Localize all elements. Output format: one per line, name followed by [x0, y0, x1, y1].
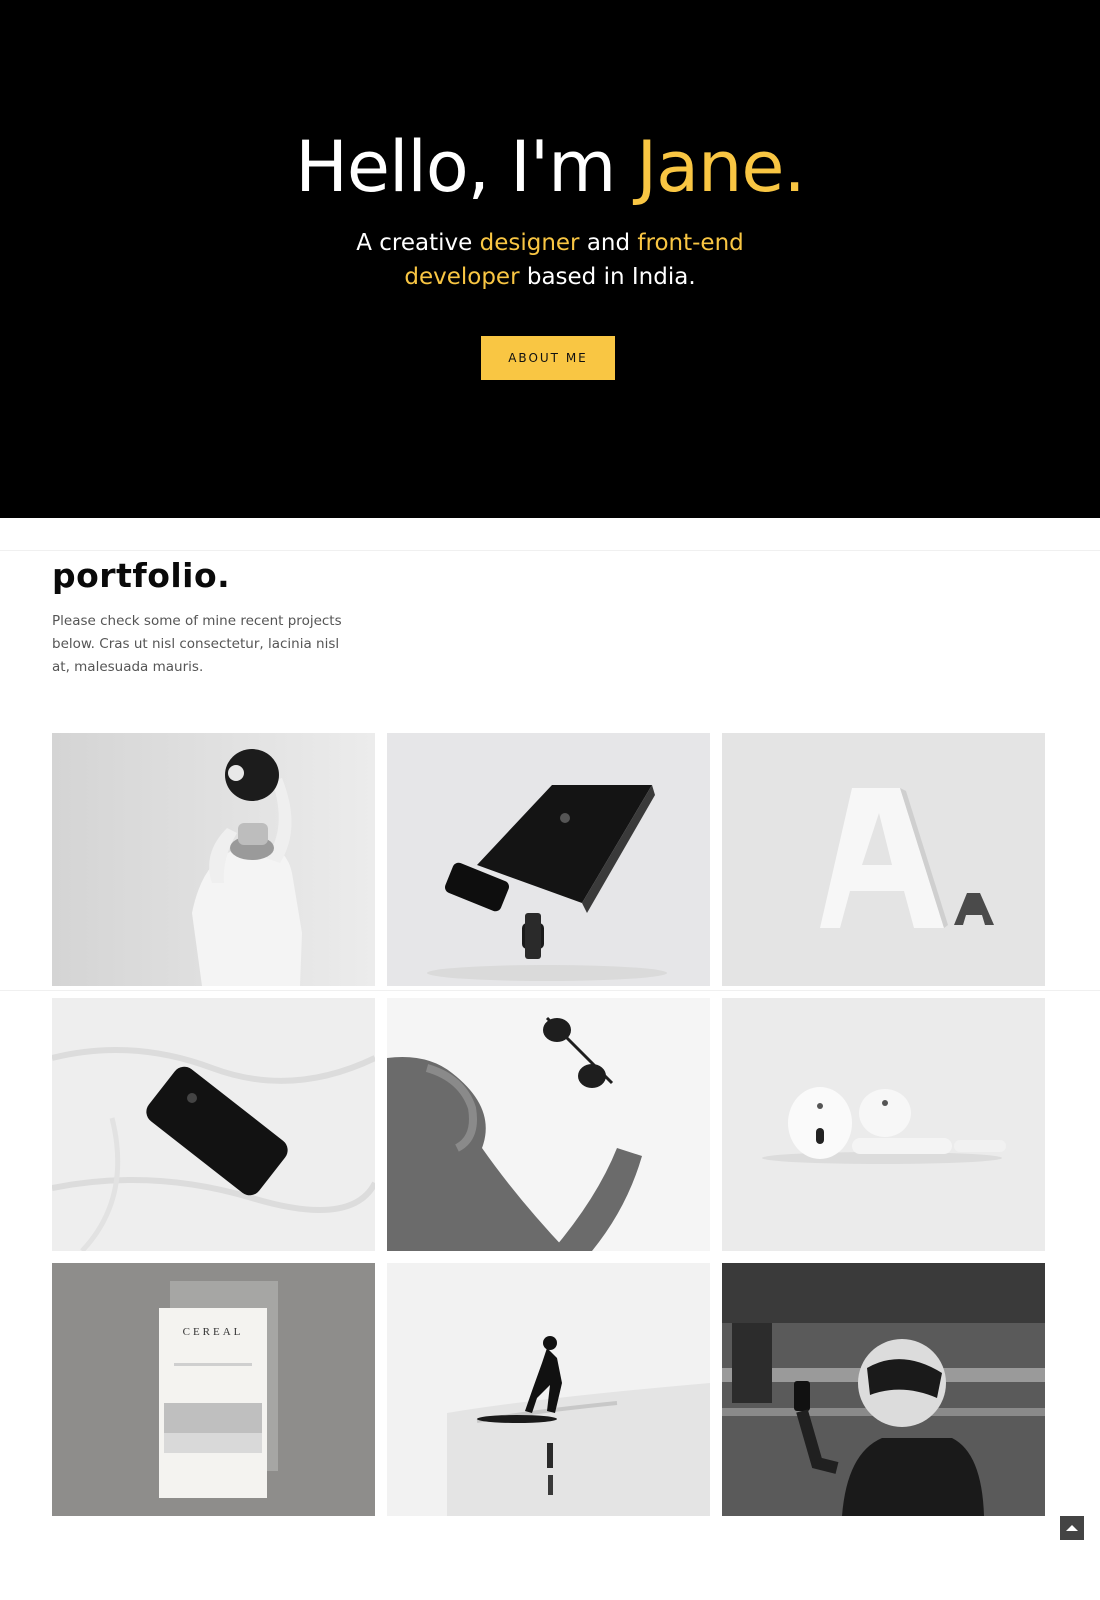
- cereal-magazine-image: CEREAL: [52, 1263, 375, 1516]
- person-hat-image: [52, 733, 375, 986]
- hero-subtitle: A creative designer and front-end develop…: [0, 226, 1100, 294]
- surfer-image: [387, 1263, 710, 1516]
- portfolio-item-letters[interactable]: [722, 733, 1045, 986]
- helmet-rider-image: [722, 1263, 1045, 1516]
- portfolio-description: Please check some of mine recent project…: [52, 613, 342, 675]
- hero-sub-text-1: A creative: [356, 230, 480, 256]
- portfolio-item-phone[interactable]: [52, 998, 375, 1251]
- portfolio-item-magazine[interactable]: CEREAL: [52, 1263, 375, 1516]
- portfolio-item-surfer[interactable]: [387, 1263, 710, 1516]
- scroll-to-top-button[interactable]: [1060, 1516, 1084, 1540]
- hero-sub-text-3: based in India.: [519, 264, 696, 290]
- letters-aa-image: [722, 733, 1045, 986]
- earbuds-image: [722, 998, 1045, 1251]
- hero-section: Hello, I'm Jane. A creative designer and…: [0, 0, 1100, 518]
- portfolio-item-person-hat[interactable]: [52, 733, 375, 986]
- portfolio-title: portfolio.: [52, 556, 231, 595]
- cereal-magazine-title: CEREAL: [183, 1326, 244, 1338]
- portfolio-item-sweater[interactable]: [387, 998, 710, 1251]
- portfolio-item-earbuds[interactable]: [722, 998, 1045, 1251]
- portfolio-item-rider[interactable]: [722, 1263, 1045, 1516]
- portfolio-item-laptop[interactable]: [387, 733, 710, 986]
- hero-sub-accent-designer: designer: [479, 230, 580, 256]
- phone-on-sheet-image: [52, 998, 375, 1251]
- hero-title-greeting: Hello, I'm: [295, 126, 637, 208]
- laptop-phone-watch-image: [387, 733, 710, 986]
- hero-title-name: Jane.: [636, 126, 806, 208]
- about-me-button[interactable]: ABOUT ME: [481, 336, 615, 380]
- hero-title: Hello, I'm Jane.: [0, 122, 1100, 212]
- chevron-up-icon: [1066, 1525, 1078, 1531]
- portfolio-grid: CEREAL: [52, 733, 1045, 1523]
- hero-sub-text-2: and: [579, 230, 638, 256]
- section-divider: [0, 550, 1100, 551]
- hero-sub-accent-developer: developer: [404, 264, 520, 290]
- hero-sub-accent-frontend: front-end: [637, 230, 744, 256]
- sweater-sunglasses-image: [387, 998, 710, 1251]
